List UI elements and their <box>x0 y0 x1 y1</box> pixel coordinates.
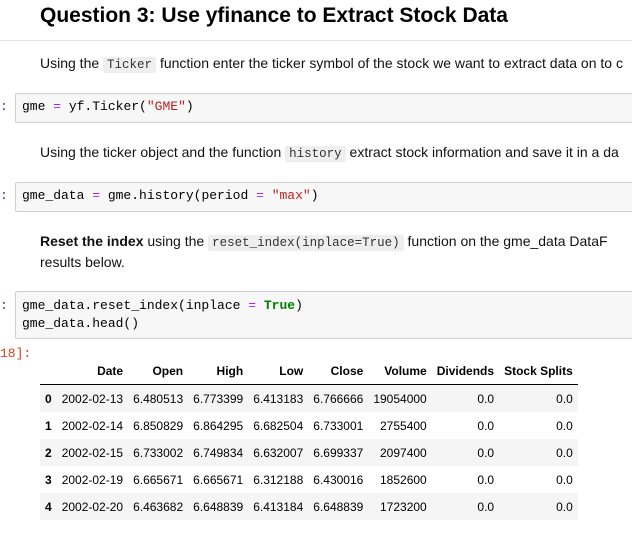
table-cell: 2002-02-14 <box>61 418 124 433</box>
md3-text-pre: using the <box>143 233 209 249</box>
input-prompt: : <box>0 188 8 203</box>
table-cell: 6.733001 <box>313 418 364 433</box>
markdown-reset-index-line2: results below. <box>40 254 125 270</box>
table-cell: 2002-02-19 <box>61 472 124 487</box>
column-header: Date <box>56 358 129 385</box>
table-cell: 2097400 <box>380 445 427 460</box>
table-cell: 6.413183 <box>253 391 304 406</box>
table-cell: 6.766666 <box>313 391 364 406</box>
md3-text-post: function on the gme_data DataF <box>403 233 608 249</box>
markdown-ticker-instruction: Using the Ticker function enter the tick… <box>40 53 623 75</box>
row-index: 0 <box>45 391 52 406</box>
md1-text-post: function enter the ticker symbol of the … <box>156 55 623 71</box>
table-cell: 2755400 <box>380 418 427 433</box>
column-header: Stock Splits <box>499 358 578 385</box>
table-row: 4 2002-02-20 6.463682 6.648839 6.413184 … <box>40 493 578 520</box>
reset-index-code: reset_index(inplace=True) <box>208 235 404 251</box>
code-line-head: gme_data.head() <box>22 316 140 331</box>
code-line-ticker: gme = yf.Ticker("GME") <box>22 99 194 114</box>
table-cell: 2002-02-15 <box>61 445 124 460</box>
column-header <box>40 358 57 385</box>
table-cell: 0.0 <box>477 445 495 460</box>
table-cell: 1852600 <box>380 472 427 487</box>
code-line-reset-index: gme_data.reset_index(inplace = True) <box>22 298 303 313</box>
table-cell: 6.699337 <box>313 445 364 460</box>
table-cell: 6.850829 <box>133 418 184 433</box>
table-cell: 6.773399 <box>193 391 244 406</box>
table-cell: 0.0 <box>477 499 495 514</box>
table-cell: 0.0 <box>556 418 573 433</box>
table-cell: 0.0 <box>556 391 573 406</box>
heading-divider <box>0 40 632 41</box>
table-row: 0 2002-02-13 6.480513 6.773399 6.413183 … <box>40 384 578 412</box>
md3-bold: Reset the index <box>40 233 144 249</box>
markdown-reset-index-instruction: Reset the index using the reset_index(in… <box>40 231 608 253</box>
table-cell: 6.430016 <box>313 472 364 487</box>
table-cell: 6.480513 <box>133 391 184 406</box>
table-cell: 0.0 <box>477 418 495 433</box>
table-cell: 0.0 <box>556 499 573 514</box>
row-index: 1 <box>45 418 52 433</box>
column-header: Volume <box>368 358 432 385</box>
table-cell: 6.648839 <box>313 499 364 514</box>
input-prompt: : <box>0 298 8 313</box>
table-cell: 2002-02-13 <box>61 391 124 406</box>
history-code: history <box>285 146 346 162</box>
table-cell: 1723200 <box>380 499 427 514</box>
column-header: Open <box>128 358 189 385</box>
table-cell: 6.413184 <box>253 499 304 514</box>
input-prompt: : <box>0 99 8 114</box>
table-cell: 6.749834 <box>193 445 244 460</box>
md1-text-pre: Using the <box>40 55 104 71</box>
md2-text-pre: Using the ticker object and the function <box>40 144 286 160</box>
table-cell: 6.665671 <box>133 472 184 487</box>
table-row: 1 2002-02-14 6.850829 6.864295 6.682504 … <box>40 412 578 439</box>
dataframe-output-table: Date Open High Low Close Volume Dividend… <box>40 358 578 520</box>
output-prompt: 18]: <box>0 346 32 361</box>
row-index: 2 <box>45 445 52 460</box>
column-header: Dividends <box>431 358 500 385</box>
code-line-history: gme_data = gme.history(period = "max") <box>22 188 319 203</box>
table-cell: 6.632007 <box>253 445 304 460</box>
table-cell: 2002-02-20 <box>61 499 124 514</box>
row-index: 4 <box>45 499 52 514</box>
table-cell: 6.733002 <box>133 445 184 460</box>
column-header: Close <box>308 358 369 385</box>
table-cell: 0.0 <box>556 472 573 487</box>
ticker-code: Ticker <box>103 57 157 73</box>
table-row: 2 2002-02-15 6.733002 6.749834 6.632007 … <box>40 439 578 466</box>
section-heading: Question 3: Use yfinance to Extract Stoc… <box>40 4 508 27</box>
table-cell: 6.312188 <box>253 472 304 487</box>
table-cell: 6.864295 <box>193 418 244 433</box>
row-index: 3 <box>45 472 52 487</box>
table-cell: 6.682504 <box>253 418 304 433</box>
table-cell: 6.463682 <box>133 499 184 514</box>
column-header: Low <box>248 358 309 385</box>
column-header: High <box>188 358 249 385</box>
table-cell: 0.0 <box>477 391 495 406</box>
table-cell: 6.665671 <box>193 472 244 487</box>
table-cell: 0.0 <box>556 445 573 460</box>
table-cell: 19054000 <box>373 391 427 406</box>
table-cell: 6.648839 <box>193 499 244 514</box>
markdown-history-instruction: Using the ticker object and the function… <box>40 142 619 164</box>
table-cell: 0.0 <box>477 472 495 487</box>
md2-text-post: extract stock information and save it in… <box>345 144 619 160</box>
table-row: 3 2002-02-19 6.665671 6.665671 6.312188 … <box>40 466 578 493</box>
table-header-row: Date Open High Low Close Volume Dividend… <box>40 358 578 385</box>
